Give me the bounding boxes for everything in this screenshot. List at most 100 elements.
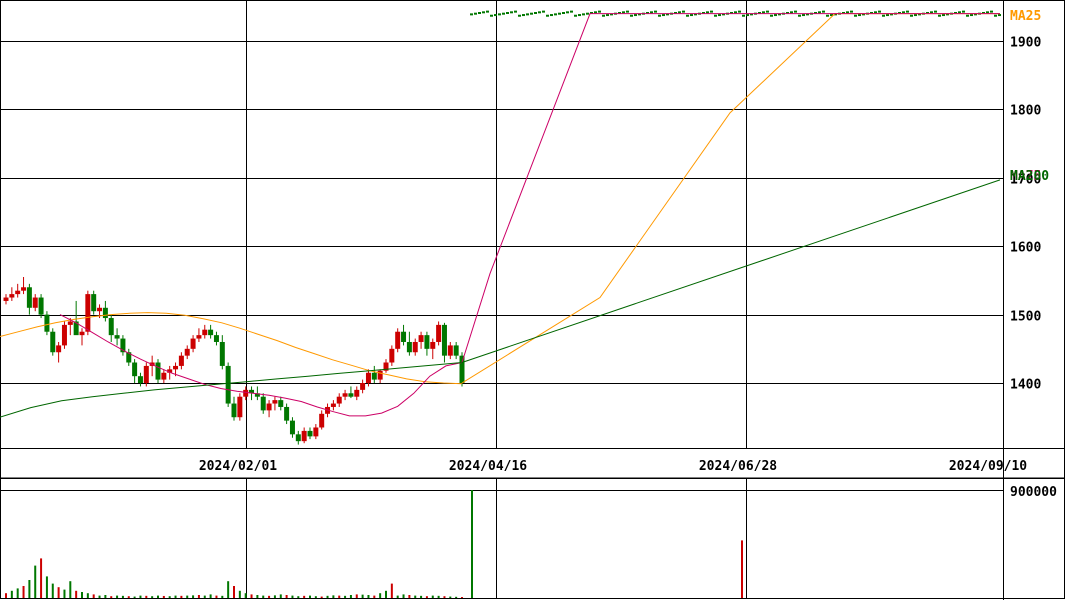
volume-bar [431,595,434,598]
candle-body [132,362,138,377]
candle-body [348,393,354,397]
volume-bar [203,595,206,598]
volume-bar [40,558,43,598]
volume-tick-label: 900000 [1010,485,1057,500]
volume-bar [326,595,329,598]
ma-label-ma25: MA25 [1010,9,1041,24]
volume-bar [291,595,294,598]
candle-body [371,372,377,380]
volume-spike-2 [741,540,743,598]
candle-body [447,345,453,356]
volume-bar [51,583,54,598]
volume-bar [349,595,352,598]
volume-bar [110,596,113,598]
volume-bar [443,596,446,598]
volume-bar [86,593,89,598]
volume-bar [63,589,66,598]
volume-bar [233,586,235,598]
candle-body [436,324,442,342]
volume-bar [92,594,95,598]
candle-body [225,365,231,404]
candle-body [213,335,219,342]
volume-bar [303,595,306,598]
volume-bar [250,594,253,598]
candle-body [313,427,319,437]
candle-body [56,345,62,353]
candle-body [108,318,114,336]
candle-body [173,365,179,370]
volume-bar [309,595,311,598]
volume-bar [145,595,148,598]
volume-bar [139,595,142,598]
candle-body [336,396,342,404]
volume-bar [402,594,405,598]
volume-bar [186,595,189,598]
volume-bar [425,596,428,598]
candle-body [266,403,272,411]
candle-body [301,430,307,442]
volume-bar [157,595,159,598]
volume-bar [5,593,7,598]
y-tick-label: 1500 [1010,310,1041,325]
y-tick-label: 1900 [1010,36,1041,51]
price-panel [0,0,1065,600]
volume-bar [197,595,200,598]
candle-body [424,335,430,349]
candle-body [50,331,56,353]
volume-bar [28,580,31,598]
candle-body [243,389,249,397]
volume-bar [373,595,376,598]
chart-labels: 1900180017001600150014002024/02/01 2024/0… [199,9,1057,500]
volume-bar [361,594,364,598]
volume-bar [449,596,452,598]
volume-bar [344,595,347,598]
candle-body [389,348,395,363]
price-frame [0,0,1065,479]
y-tick-label: 1600 [1010,241,1041,256]
volume-bar [121,595,124,598]
candle-body [342,393,348,397]
volume-bar [215,595,218,598]
candle-body [44,314,50,332]
candle-body [85,294,91,332]
volume-bar [75,590,78,598]
volume-bar [367,595,370,598]
volume-bar [408,595,411,598]
volume-bar [221,595,224,598]
volume-bar [10,590,13,598]
candle-body [79,331,85,336]
candle-body [102,307,108,319]
y-tick-label: 1800 [1010,104,1041,119]
volume-bar [209,594,212,598]
candle-body [441,324,447,356]
volume-bar [238,590,241,598]
candle-body [38,297,44,315]
volume-bar [320,596,323,598]
candle-body [97,307,103,312]
volume-bar [273,595,276,598]
candle-body [272,400,278,404]
candle-body [231,403,237,418]
volume-bar [437,595,440,598]
candle-body [21,287,27,291]
volume-bar [455,596,458,598]
stock-chart: 1900180017001600150014002024/02/01 2024/0… [0,0,1065,600]
candle-body [137,376,143,384]
candle-body [202,329,208,336]
candle-body [401,331,407,342]
candle-body [360,383,366,390]
candle-body [260,396,266,411]
x-tick-label: 2024/06/28 [699,459,777,474]
candle-body [237,396,243,418]
candle-body [278,400,284,407]
volume-bar [461,597,463,598]
candle-body [178,355,184,366]
volume-bar [314,596,317,598]
volume-bar [285,595,288,598]
y-tick-label: 1400 [1010,378,1041,393]
candle-body [365,372,371,384]
volume-bar [168,596,171,598]
volume-bar [45,576,48,598]
candle-body [453,345,459,356]
x-tick-label: 2024/04/16 [449,459,527,474]
